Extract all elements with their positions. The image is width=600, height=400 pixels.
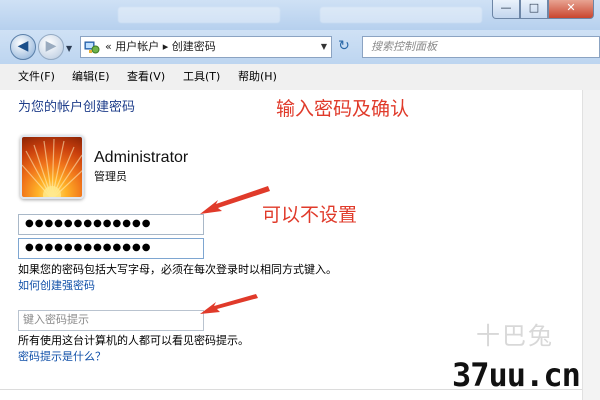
menu-file[interactable]: 文件(F)	[18, 70, 55, 84]
annotation-password: 输入密码及确认	[276, 98, 410, 120]
annotation-arrows	[200, 186, 270, 314]
maximize-button[interactable]: □	[520, 0, 548, 19]
address-dropdown-icon[interactable]: ▼	[321, 39, 327, 55]
explorer-window: — □ ✕ ◀ ▶ ▼ « 用户帐户 ▸ 创建密码 ▼ ↻ 搜索控制面板 文件(…	[0, 0, 600, 400]
menu-edit[interactable]: 编辑(E)	[72, 70, 110, 84]
annotation-optional-hint: 可以不设置	[262, 204, 358, 226]
control-panel-icon	[84, 41, 100, 54]
window-controls: — □ ✕	[492, 0, 594, 20]
watermark-brand: 37uu.cn	[452, 356, 581, 394]
close-button[interactable]: ✕	[548, 0, 594, 19]
minimize-button[interactable]: —	[492, 0, 520, 19]
watermark-faint: 十巴兔	[476, 322, 554, 350]
background-tab	[118, 7, 280, 23]
arrow-to-password	[200, 186, 270, 214]
navigation-bar: ◀ ▶ ▼ « 用户帐户 ▸ 创建密码 ▼ ↻ 搜索控制面板	[0, 30, 600, 64]
search-placeholder: 搜索控制面板	[371, 40, 437, 53]
breadcrumb[interactable]: « 用户帐户 ▸ 创建密码	[105, 39, 216, 55]
search-input[interactable]: 搜索控制面板	[362, 36, 600, 58]
background-tab	[320, 7, 482, 23]
menu-view[interactable]: 查看(V)	[127, 70, 165, 84]
recent-pages-dropdown-icon[interactable]: ▼	[66, 44, 72, 53]
refresh-icon[interactable]: ↻	[334, 37, 354, 57]
menu-bar: 文件(F) 编辑(E) 查看(V) 工具(T) 帮助(H)	[0, 64, 600, 91]
back-button[interactable]: ◀	[10, 34, 36, 60]
title-bar: — □ ✕	[0, 0, 600, 30]
menu-tools[interactable]: 工具(T)	[183, 70, 220, 84]
forward-button[interactable]: ▶	[38, 34, 64, 60]
address-bar[interactable]: « 用户帐户 ▸ 创建密码 ▼	[80, 36, 332, 58]
menu-help[interactable]: 帮助(H)	[238, 70, 277, 84]
arrow-to-hint	[200, 294, 258, 314]
